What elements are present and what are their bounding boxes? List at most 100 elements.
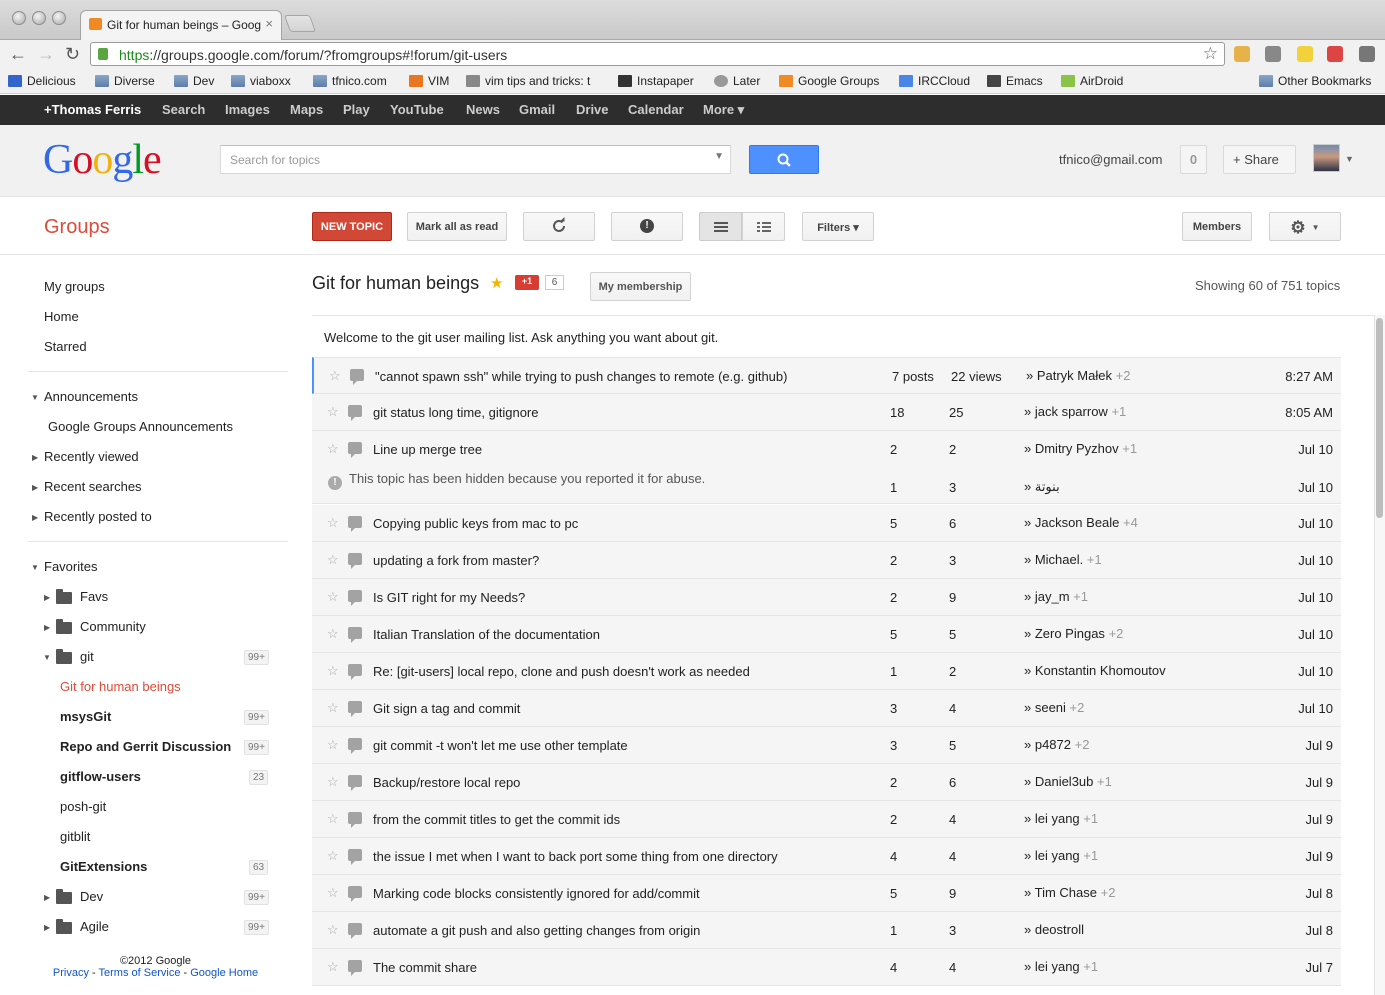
sidebar-item-gitflow-users[interactable]: gitflow-users xyxy=(60,769,141,784)
sidebar-item-starred[interactable]: Starred xyxy=(44,339,87,354)
star-icon[interactable]: ☆ xyxy=(327,663,339,679)
star-icon[interactable]: ☆ xyxy=(327,515,339,531)
collapsed-triangle-icon[interactable]: ▶ xyxy=(44,923,50,932)
table-row[interactable]: ☆ Is GIT right for my Needs? 2 9 » jay_m +1 J… xyxy=(312,579,1341,616)
star-icon[interactable]: ☆ xyxy=(327,885,339,901)
topic-subject[interactable]: updating a fork from master? xyxy=(373,553,539,568)
sidebar-item-git-for-human-beings[interactable]: Git for human beings xyxy=(60,679,181,694)
topic-subject[interactable]: "cannot spawn ssh" while trying to push … xyxy=(375,369,787,384)
topic-author[interactable]: » seeni +2 xyxy=(1024,700,1084,715)
bookmark-item[interactable]: AirDroid xyxy=(1061,74,1123,88)
sidebar-item-recently-viewed[interactable]: Recently viewed xyxy=(44,449,139,464)
sidebar-item-recently-posted[interactable]: Recently posted to xyxy=(44,509,152,524)
sidebar-item-community[interactable]: Community xyxy=(80,619,146,634)
topic-author[interactable]: » lei yang +1 xyxy=(1024,848,1098,863)
close-tab-icon[interactable]: × xyxy=(265,16,273,31)
topic-author[interactable]: » Tim Chase +2 xyxy=(1024,885,1115,900)
star-icon[interactable]: ☆ xyxy=(327,848,339,864)
topic-subject[interactable]: Line up merge tree xyxy=(373,442,482,457)
close-window-button[interactable] xyxy=(12,11,26,25)
avatar[interactable] xyxy=(1313,144,1340,172)
star-icon[interactable]: ☆ xyxy=(327,922,339,938)
collapsed-triangle-icon[interactable]: ▶ xyxy=(44,593,50,602)
reload-icon[interactable]: ↻ xyxy=(65,44,80,64)
sidebar-item-msysgit[interactable]: msysGit xyxy=(60,709,111,724)
share-button[interactable]: + Share xyxy=(1223,145,1296,174)
bookmark-folder[interactable]: viaboxx xyxy=(231,74,291,88)
topic-author[interactable]: » بنوتة xyxy=(1024,479,1060,495)
gbar-youtube-link[interactable]: YouTube xyxy=(390,102,444,117)
gbar-profile-link[interactable]: +Thomas Ferris xyxy=(44,102,141,117)
zoom-window-button[interactable] xyxy=(52,11,66,25)
bookmark-item[interactable]: Google Groups xyxy=(779,74,879,88)
tag-extension-icon[interactable] xyxy=(1265,46,1281,62)
privacy-link[interactable]: Privacy xyxy=(53,967,89,979)
star-icon[interactable]: ☆ xyxy=(327,404,339,420)
table-row[interactable]: ! This topic has been hidden because you … xyxy=(312,467,1341,504)
bookmark-item[interactable]: Delicious xyxy=(8,74,76,88)
star-icon[interactable]: ☆ xyxy=(327,774,339,790)
gbar-images-link[interactable]: Images xyxy=(225,102,270,117)
star-icon[interactable]: ☆ xyxy=(327,700,339,716)
topic-subject[interactable]: Italian Translation of the documentation xyxy=(373,627,600,642)
google-home-link[interactable]: Google Home xyxy=(190,967,258,979)
star-icon[interactable]: ☆ xyxy=(327,589,339,605)
table-row[interactable]: ☆ Line up merge tree 2 2 » Dmitry Pyzhov +1 J… xyxy=(312,431,1341,468)
plus-one-button[interactable]: +1 xyxy=(515,275,539,290)
bookmark-folder[interactable]: tfnico.com xyxy=(313,74,387,88)
table-row[interactable]: ☆ Marking code blocks consistently ignore… xyxy=(312,875,1341,912)
gbar-search-link[interactable]: Search xyxy=(162,102,205,117)
expanded-triangle-icon[interactable]: ▼ xyxy=(31,563,39,572)
extension-icon[interactable] xyxy=(1297,46,1313,62)
forward-icon[interactable]: → xyxy=(37,44,55,64)
compact-view-button[interactable] xyxy=(699,212,742,241)
gbar-more-link[interactable]: More ▾ xyxy=(703,102,744,118)
report-abuse-button[interactable]: ! xyxy=(611,212,683,241)
topic-author[interactable]: » Patryk Małek +2 xyxy=(1026,368,1130,383)
members-button[interactable]: Members xyxy=(1182,212,1252,241)
topic-author[interactable]: » Zero Pingas +2 xyxy=(1024,626,1123,641)
gbar-news-link[interactable]: News xyxy=(466,102,500,117)
new-tab-button[interactable] xyxy=(283,15,317,32)
star-icon[interactable]: ☆ xyxy=(327,737,339,753)
topic-author[interactable]: » Daniel3ub +1 xyxy=(1024,774,1112,789)
notification-count[interactable]: 0 xyxy=(1180,145,1207,174)
sidebar-item-posh-git[interactable]: posh-git xyxy=(60,799,106,814)
star-icon[interactable]: ☆ xyxy=(327,811,339,827)
expanded-triangle-icon[interactable]: ▼ xyxy=(31,393,39,402)
scrollbar-thumb[interactable] xyxy=(1376,318,1383,518)
sidebar-item-home[interactable]: Home xyxy=(44,309,79,324)
sidebar-item-gitextensions[interactable]: GitExtensions xyxy=(60,859,147,874)
topic-subject[interactable]: Marking code blocks consistently ignored… xyxy=(373,886,700,901)
bookmark-item[interactable]: VIM xyxy=(409,74,449,88)
table-row[interactable]: ☆ Git sign a tag and commit 3 4 » seeni +2 Ju… xyxy=(312,690,1341,727)
gbar-play-link[interactable]: Play xyxy=(343,102,370,117)
refresh-button[interactable] xyxy=(523,212,595,241)
sidebar-item-google-groups-announcements[interactable]: Google Groups Announcements xyxy=(48,419,233,434)
table-row[interactable]: ☆ updating a fork from master? 2 3 » Michael… xyxy=(312,542,1341,579)
topic-subject[interactable]: Is GIT right for my Needs? xyxy=(373,590,525,605)
topic-author[interactable]: » jack sparrow +1 xyxy=(1024,404,1126,419)
table-row[interactable]: ☆ Re: [git-users] local repo, clone and p… xyxy=(312,653,1341,690)
topic-subject[interactable]: Git sign a tag and commit xyxy=(373,701,520,716)
table-row[interactable]: ☆ from the commit titles to get the commi… xyxy=(312,801,1341,838)
sidebar-item-agile[interactable]: Agile xyxy=(80,919,109,934)
topic-subject[interactable]: Re: [git-users] local repo, clone and pu… xyxy=(373,664,750,679)
sidebar-item-favs[interactable]: Favs xyxy=(80,589,108,604)
star-icon[interactable]: ☆ xyxy=(327,552,339,568)
topic-author[interactable]: » Dmitry Pyzhov +1 xyxy=(1024,441,1137,456)
topic-author[interactable]: » Konstantin Khomoutov xyxy=(1024,663,1166,678)
star-icon[interactable]: ☆ xyxy=(327,626,339,642)
collapsed-triangle-icon[interactable]: ▶ xyxy=(32,483,38,492)
star-icon[interactable]: ☆ xyxy=(329,368,341,384)
gbar-calendar-link[interactable]: Calendar xyxy=(628,102,684,117)
groups-title[interactable]: Groups xyxy=(44,216,110,239)
browser-tab[interactable]: Git for human beings – Goog × xyxy=(80,10,282,40)
topic-author[interactable]: » lei yang +1 xyxy=(1024,811,1098,826)
sidebar-item-repo-gerrit[interactable]: Repo and Gerrit Discussion xyxy=(60,739,231,754)
terms-link[interactable]: Terms of Service xyxy=(99,967,181,979)
sidebar-item-gitblit[interactable]: gitblit xyxy=(60,829,90,844)
bookmark-item[interactable]: vim tips and tricks: t xyxy=(466,74,590,88)
sidebar-item-dev[interactable]: Dev xyxy=(80,889,103,904)
gbar-gmail-link[interactable]: Gmail xyxy=(519,102,555,117)
